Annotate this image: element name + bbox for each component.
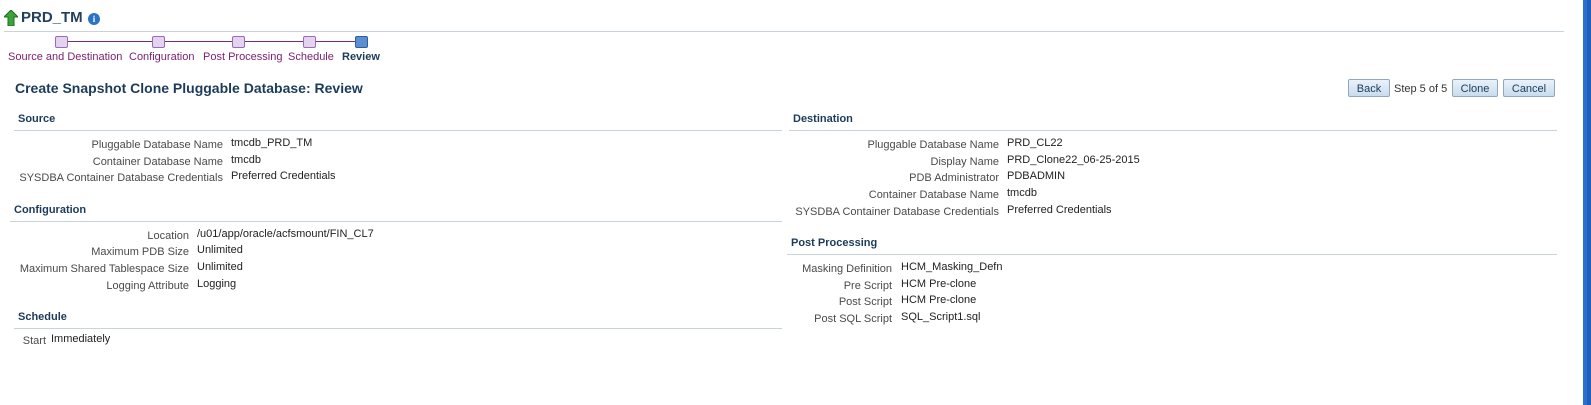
configuration-row: Logging Attribute Logging — [0, 278, 780, 296]
field-value: PRD_CL22 — [1007, 137, 1063, 149]
clone-button[interactable]: Clone — [1452, 79, 1498, 97]
configuration-row: Location /u01/app/oracle/acfsmount/FIN_C… — [0, 228, 780, 246]
post-processing-heading: Post Processing — [791, 237, 878, 249]
schedule-section-header: Schedule — [14, 310, 782, 329]
train-navigation: Source and Destination Configuration Pos… — [0, 34, 420, 66]
field-label: Container Database Name — [868, 189, 999, 201]
train-connector — [66, 41, 153, 42]
field-label: SYSDBA Container Database Credentials — [795, 206, 999, 218]
field-label: Post SQL Script — [814, 313, 892, 325]
page-header-title: PRD_TM — [21, 9, 83, 26]
review-page: PRD_TM i Source and Destination Configur… — [0, 0, 1587, 405]
page-title: Create Snapshot Clone Pluggable Database… — [15, 80, 363, 96]
destination-row: Container Database Name tmcdb — [789, 187, 1559, 205]
destination-row: PDB Administrator PDBADMIN — [789, 170, 1559, 188]
info-icon[interactable]: i — [88, 13, 100, 25]
train-stop-source-and-destination[interactable] — [55, 36, 68, 48]
train-label-configuration[interactable]: Configuration — [129, 51, 194, 63]
destination-row: Display Name PRD_Clone22_06-25-2015 — [789, 154, 1559, 172]
field-label: Start — [22, 335, 46, 347]
train-label-review: Review — [342, 51, 380, 63]
post-processing-section-header: Post Processing — [787, 236, 1557, 255]
field-label: Pluggable Database Name — [867, 139, 999, 151]
source-section-header: Source — [14, 112, 782, 131]
field-value: tmcdb_PRD_TM — [231, 137, 313, 149]
field-label: SYSDBA Container Database Credentials — [19, 172, 223, 184]
configuration-row: Maximum Shared Tablespace Size Unlimited — [0, 261, 780, 279]
train-connector — [243, 41, 304, 42]
destination-heading: Destination — [793, 113, 853, 125]
field-value: HCM Pre-clone — [901, 278, 977, 290]
green-up-arrow-icon — [4, 10, 18, 26]
source-row: SYSDBA Container Database Credentials Pr… — [0, 170, 780, 188]
field-value: tmcdb — [1007, 187, 1037, 199]
field-label: Maximum PDB Size — [91, 246, 189, 258]
field-value: SQL_Script1.sql — [901, 311, 981, 323]
field-label: PDB Administrator — [909, 172, 999, 184]
field-label: Post Script — [838, 296, 892, 308]
field-value: Unlimited — [197, 261, 243, 273]
configuration-row: Maximum PDB Size Unlimited — [0, 244, 780, 262]
field-value: Unlimited — [197, 244, 243, 256]
field-value: tmcdb — [231, 154, 261, 166]
field-label: Container Database Name — [92, 156, 223, 168]
source-row: Pluggable Database Name tmcdb_PRD_TM — [0, 137, 780, 155]
train-stop-post-processing[interactable] — [232, 36, 245, 48]
field-value: PDBADMIN — [1007, 170, 1066, 182]
train-label-post-processing[interactable]: Post Processing — [203, 51, 282, 63]
step-indicator: Step 5 of 5 — [1394, 83, 1448, 95]
schedule-row: Start Immediately — [0, 333, 780, 351]
train-stop-schedule[interactable] — [303, 36, 316, 48]
post-processing-row: Post Script HCM Pre-clone — [789, 294, 1559, 312]
train-stop-review — [355, 36, 368, 48]
field-value: Immediately — [51, 333, 111, 345]
configuration-section-header: Configuration — [10, 203, 782, 222]
back-button[interactable]: Back — [1348, 79, 1390, 97]
train-label-source-and-destination[interactable]: Source and Destination — [8, 51, 122, 63]
field-value: HCM_Masking_Defn — [901, 261, 1003, 273]
cancel-button[interactable]: Cancel — [1503, 79, 1555, 97]
field-label: Masking Definition — [802, 263, 892, 275]
title-bar: PRD_TM i — [4, 9, 1564, 32]
field-value: PRD_Clone22_06-25-2015 — [1007, 154, 1140, 166]
field-label: Logging Attribute — [106, 280, 189, 292]
field-label: Location — [147, 230, 189, 242]
train-stop-configuration[interactable] — [152, 36, 165, 48]
field-value: Preferred Credentials — [1007, 204, 1112, 216]
train-connector — [163, 41, 233, 42]
field-value: Logging — [197, 278, 237, 290]
post-processing-row: Post SQL Script SQL_Script1.sql — [789, 311, 1559, 329]
destination-row: SYSDBA Container Database Credentials Pr… — [789, 204, 1559, 222]
destination-section-header: Destination — [789, 112, 1557, 131]
field-value: /u01/app/oracle/acfsmount/FIN_CL7 — [197, 228, 374, 240]
field-label: Maximum Shared Tablespace Size — [19, 263, 189, 275]
train-label-schedule[interactable]: Schedule — [288, 51, 334, 63]
source-row: Container Database Name tmcdb — [0, 154, 780, 172]
post-processing-row: Masking Definition HCM_Masking_Defn — [789, 261, 1559, 279]
field-label: Pluggable Database Name — [91, 139, 223, 151]
field-value: Preferred Credentials — [231, 170, 336, 182]
destination-row: Pluggable Database Name PRD_CL22 — [789, 137, 1559, 155]
source-heading: Source — [18, 113, 56, 125]
configuration-heading: Configuration — [14, 204, 87, 216]
train-connector — [314, 41, 356, 42]
schedule-heading: Schedule — [18, 311, 67, 323]
field-label: Display Name — [930, 156, 999, 168]
field-value: HCM Pre-clone — [901, 294, 977, 306]
field-label: Pre Script — [843, 280, 892, 292]
